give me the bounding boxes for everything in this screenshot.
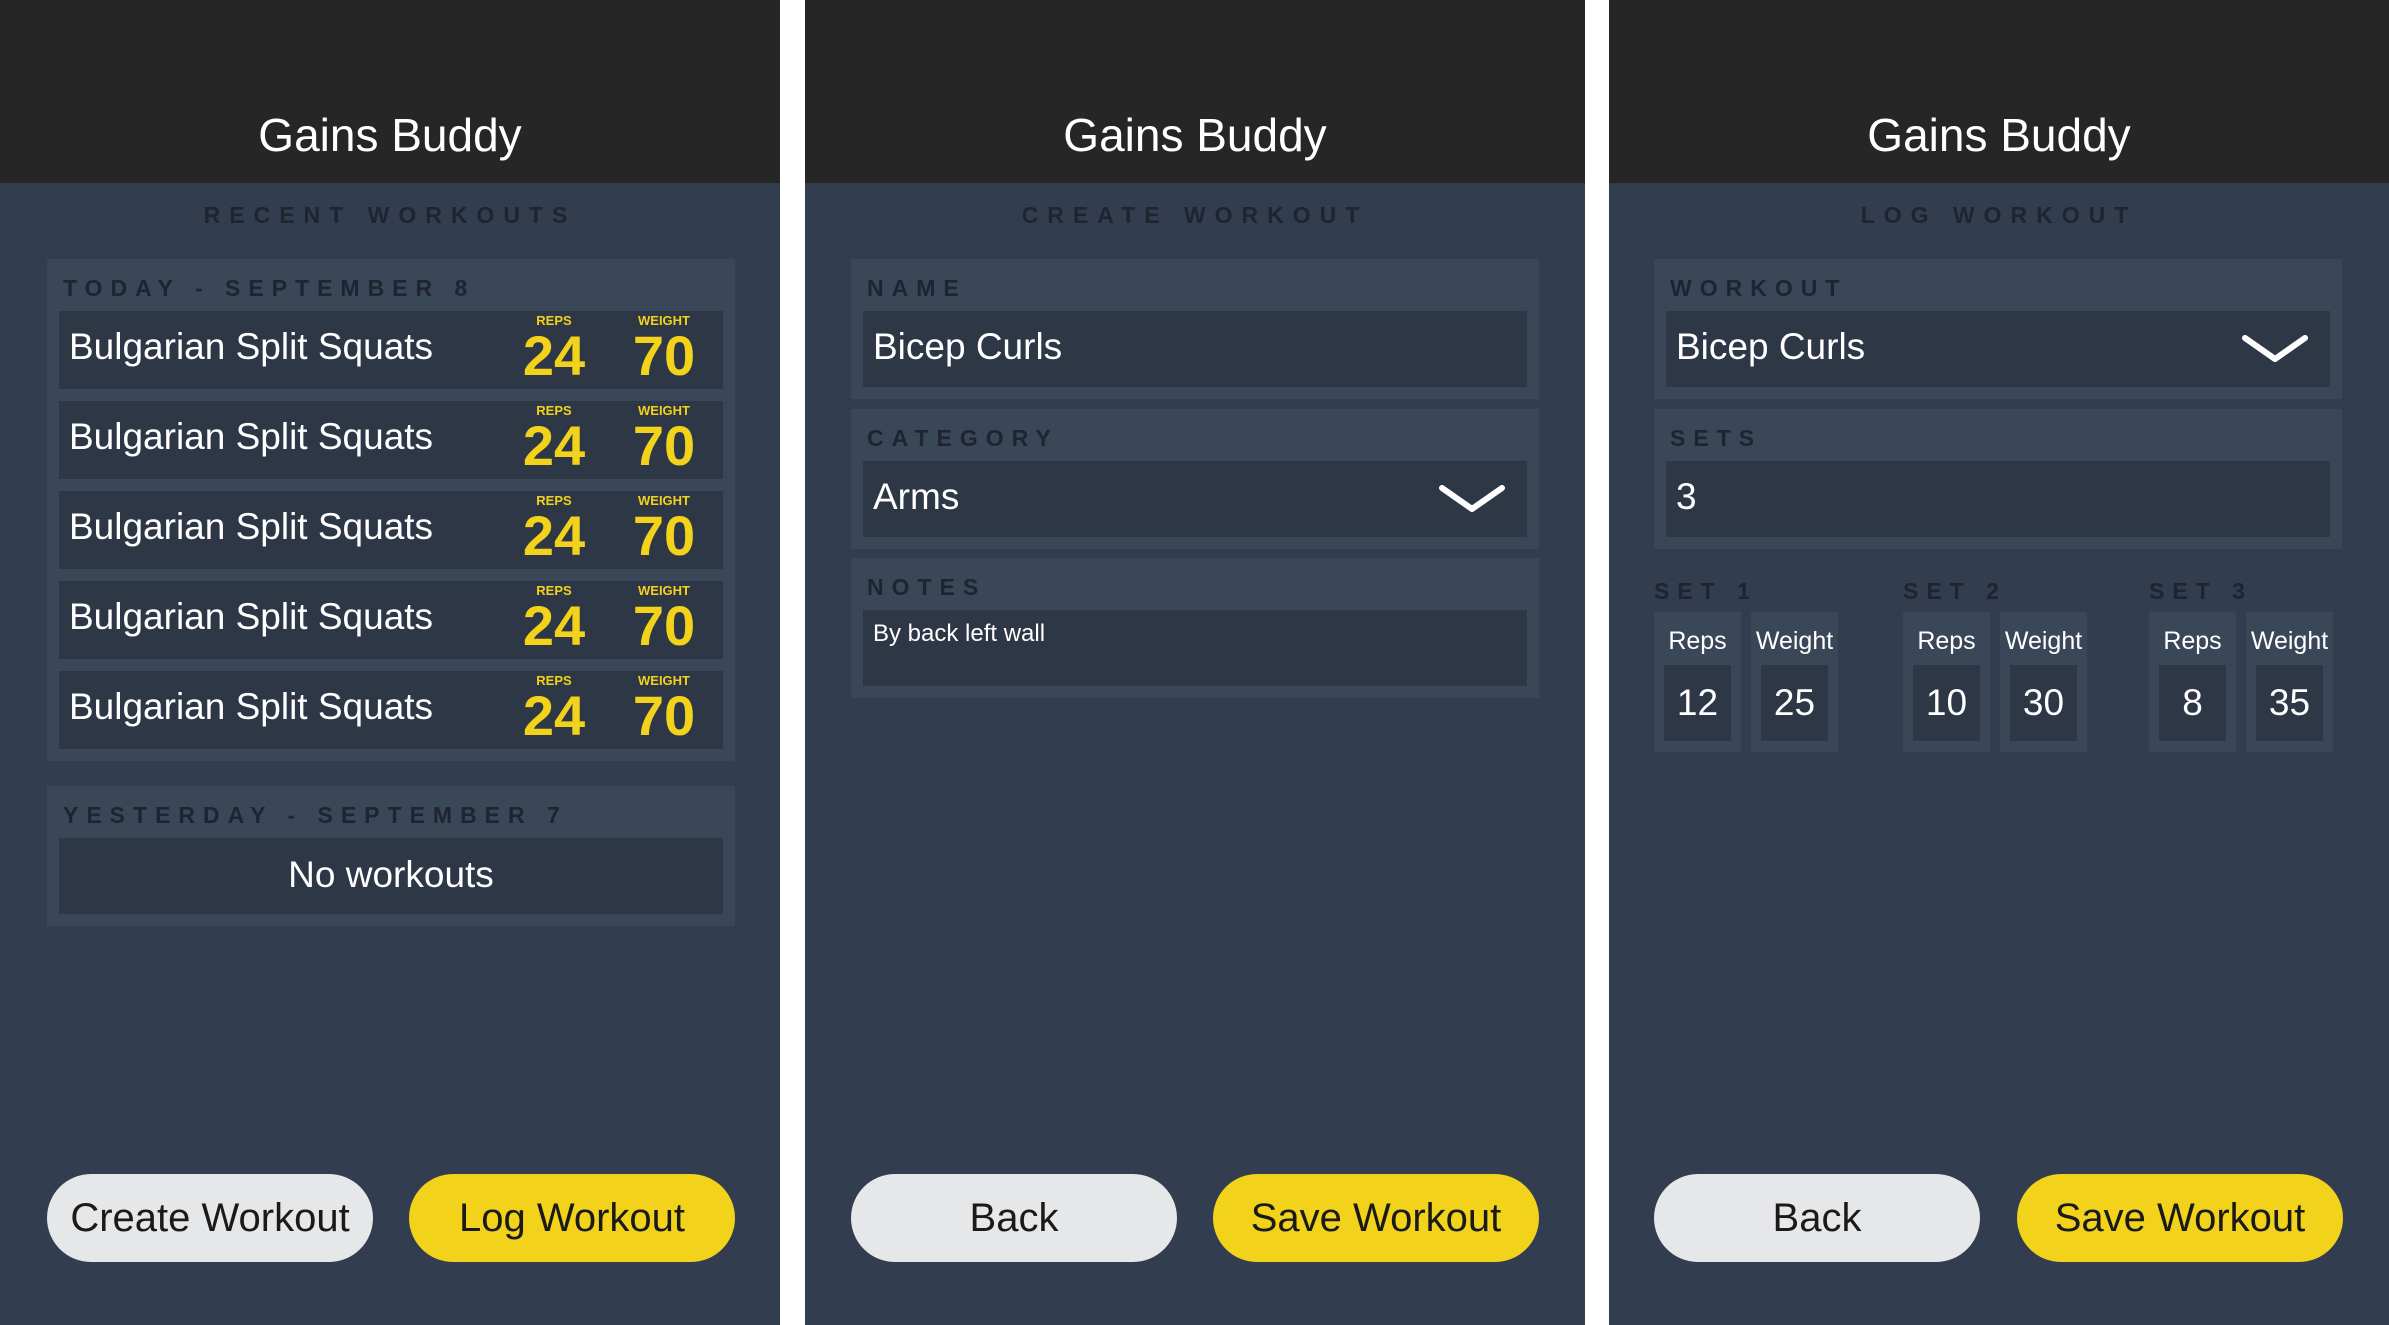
name-input[interactable]: Bicep Curls	[863, 311, 1527, 387]
reps-input[interactable]: 8	[2159, 665, 2226, 741]
reps-stat: REPS 24	[519, 493, 589, 564]
workout-name: Bulgarian Split Squats	[69, 326, 434, 367]
app-title: Gains Buddy	[258, 109, 522, 161]
reps-input[interactable]: 12	[1664, 665, 1731, 741]
weight-label: Weight	[1755, 627, 1834, 655]
chevron-down-icon[interactable]	[1439, 485, 1505, 513]
category-select[interactable]: Arms	[863, 461, 1527, 537]
workout-row[interactable]: Bulgarian Split Squats REPS 24 WEIGHT 70	[59, 491, 723, 569]
yesterday-panel: YESTERDAY - SEPTEMBER 7 No workouts	[47, 786, 735, 926]
set-3-reps: Reps 8	[2149, 612, 2236, 752]
name-label: NAME	[867, 275, 967, 301]
workout-row[interactable]: Bulgarian Split Squats REPS 24 WEIGHT 70	[59, 671, 723, 749]
back-button[interactable]: Back	[851, 1174, 1177, 1262]
section-title: RECENT WORKOUTS	[203, 202, 577, 228]
create-workout-screen: Gains Buddy CREATE WORKOUT NAME Bicep Cu…	[805, 0, 1585, 1325]
weight-label: Weight	[2250, 627, 2329, 655]
save-workout-button[interactable]: Save Workout	[1213, 1174, 1539, 1262]
reps-stat: REPS 24	[519, 673, 589, 744]
notes-panel: NOTES By back left wall	[851, 558, 1539, 698]
sets-label: SETS	[1670, 425, 1763, 451]
weight-stat: WEIGHT 70	[619, 583, 709, 654]
weight-value: 70	[632, 504, 696, 567]
notes-value: By back left wall	[873, 620, 1046, 647]
set-1-reps: Reps 12	[1654, 612, 1741, 752]
sets-input[interactable]: 3	[1666, 461, 2330, 537]
reps-input[interactable]: 10	[1913, 665, 1980, 741]
app-header: Gains Buddy	[0, 0, 780, 183]
save-workout-button[interactable]: Save Workout	[2017, 1174, 2343, 1262]
category-panel: CATEGORY Arms	[851, 409, 1539, 549]
workout-row[interactable]: Bulgarian Split Squats REPS 24 WEIGHT 70	[59, 581, 723, 659]
weight-stat: WEIGHT 70	[619, 493, 709, 564]
workout-label: WORKOUT	[1670, 275, 1848, 301]
reps-value: 24	[522, 324, 586, 387]
reps-value: 24	[522, 684, 586, 747]
reps-value: 24	[522, 414, 586, 477]
category-value: Arms	[873, 476, 960, 517]
weight-stat: WEIGHT 70	[619, 313, 709, 384]
weight-label: Weight	[2004, 627, 2083, 655]
today-panel: TODAY - SEPTEMBER 8 Bulgarian Split Squa…	[47, 259, 735, 761]
yesterday-date-label: YESTERDAY - SEPTEMBER 7	[63, 802, 568, 828]
reps-label: Reps	[2163, 627, 2222, 655]
app-header: Gains Buddy	[1609, 0, 2389, 183]
notes-label: NOTES	[867, 574, 987, 600]
workout-row[interactable]: Bulgarian Split Squats REPS 24 WEIGHT 70	[59, 311, 723, 389]
weight-value: 70	[632, 594, 696, 657]
weight-value: 70	[632, 324, 696, 387]
app-title: Gains Buddy	[1867, 109, 2131, 161]
workout-select[interactable]: Bicep Curls	[1666, 311, 2330, 387]
back-button[interactable]: Back	[1654, 1174, 1980, 1262]
category-label: CATEGORY	[867, 425, 1059, 451]
recent-workouts-screen: Gains Buddy RECENT WORKOUTS TODAY - SEPT…	[0, 0, 780, 1325]
set-2-label: SET 2	[1903, 578, 2007, 604]
name-value: Bicep Curls	[873, 326, 1063, 367]
set-2-weight: Weight 30	[2000, 612, 2087, 752]
reps-stat: REPS 24	[519, 403, 589, 474]
set-1-weight: Weight 25	[1751, 612, 1838, 752]
set-2-reps: Reps 10	[1903, 612, 1990, 752]
empty-state-row: No workouts	[59, 838, 723, 914]
workout-name: Bulgarian Split Squats	[69, 596, 434, 637]
app-title: Gains Buddy	[1063, 109, 1327, 161]
log-workout-button[interactable]: Log Workout	[409, 1174, 735, 1262]
chevron-down-icon[interactable]	[2242, 335, 2308, 363]
app-header: Gains Buddy	[805, 0, 1585, 183]
weight-stat: WEIGHT 70	[619, 403, 709, 474]
weight-input[interactable]: 25	[1761, 665, 1828, 741]
set-3-label: SET 3	[2149, 578, 2253, 604]
weight-stat: WEIGHT 70	[619, 673, 709, 744]
today-date-label: TODAY - SEPTEMBER 8	[63, 275, 476, 301]
workout-panel: WORKOUT Bicep Curls	[1654, 259, 2342, 399]
weight-input[interactable]: 30	[2010, 665, 2077, 741]
workout-name: Bulgarian Split Squats	[69, 506, 434, 547]
sets-panel: SETS 3	[1654, 409, 2342, 549]
set-3-weight: Weight 35	[2246, 612, 2333, 752]
reps-stat: REPS 24	[519, 313, 589, 384]
no-workouts-text: No workouts	[288, 854, 494, 895]
reps-label: Reps	[1917, 627, 1976, 655]
reps-label: Reps	[1668, 627, 1727, 655]
section-title: LOG WORKOUT	[1860, 202, 2138, 228]
reps-value: 24	[522, 594, 586, 657]
workout-name: Bulgarian Split Squats	[69, 686, 434, 727]
section-title: CREATE WORKOUT	[1021, 202, 1369, 228]
log-workout-screen: Gains Buddy LOG WORKOUT WORKOUT Bicep Cu…	[1609, 0, 2389, 1325]
weight-value: 70	[632, 684, 696, 747]
workout-value: Bicep Curls	[1676, 326, 1866, 367]
sets-value: 3	[1676, 476, 1697, 517]
set-1-label: SET 1	[1654, 578, 1758, 604]
workout-name: Bulgarian Split Squats	[69, 416, 434, 457]
weight-value: 70	[632, 414, 696, 477]
workout-row[interactable]: Bulgarian Split Squats REPS 24 WEIGHT 70	[59, 401, 723, 479]
name-panel: NAME Bicep Curls	[851, 259, 1539, 399]
create-workout-button[interactable]: Create Workout	[47, 1174, 373, 1262]
reps-stat: REPS 24	[519, 583, 589, 654]
notes-textarea[interactable]: By back left wall	[863, 610, 1527, 686]
weight-input[interactable]: 35	[2256, 665, 2323, 741]
reps-value: 24	[522, 504, 586, 567]
